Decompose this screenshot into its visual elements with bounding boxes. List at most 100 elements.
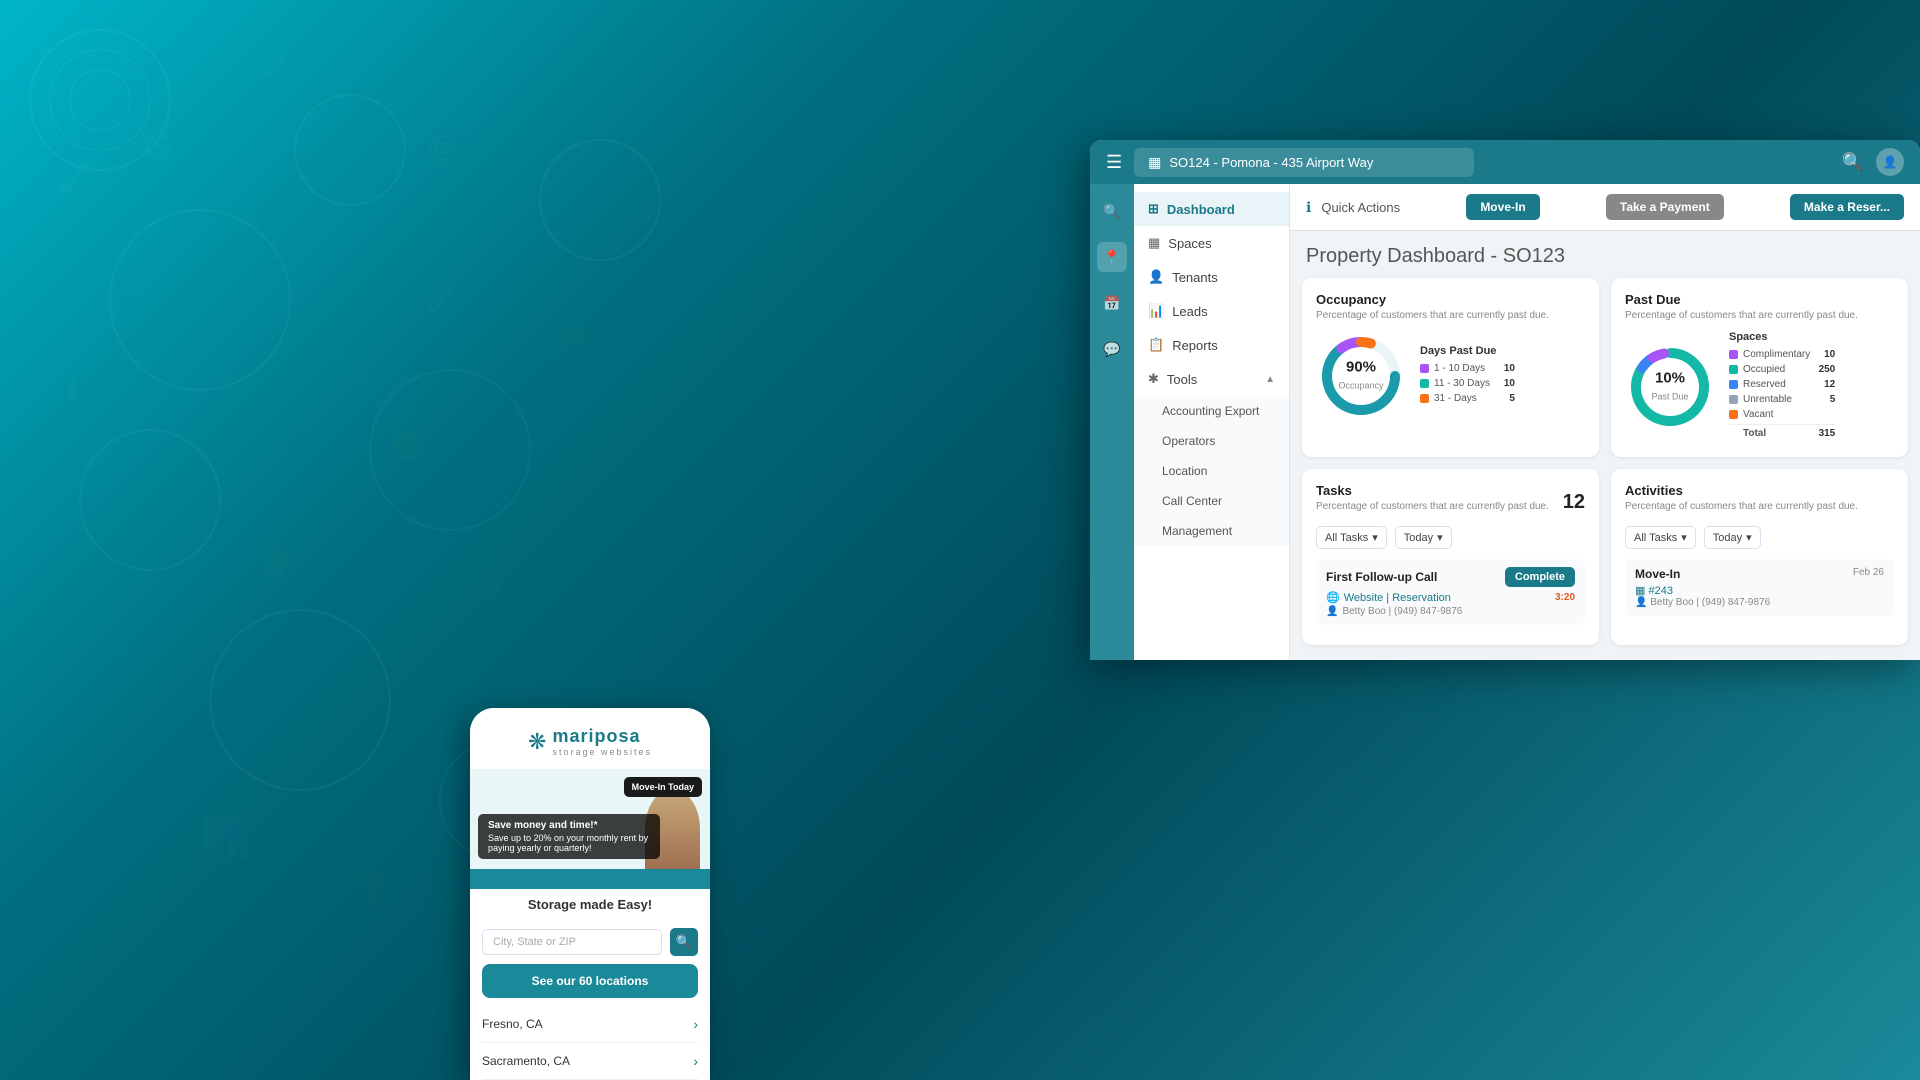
pd-legend-row-4: Vacant — [1729, 409, 1835, 420]
pd-dot-total — [1729, 429, 1738, 438]
pd-legend-total: Total 315 — [1729, 424, 1835, 439]
phone-promo-body: Save up to 20% on your monthly rent by p… — [488, 833, 650, 853]
legend-dot-0 — [1420, 364, 1429, 373]
tasks-all-filter[interactable]: All Tasks ▾ — [1316, 526, 1387, 549]
tasks-filters: All Tasks ▾ Today ▾ — [1316, 526, 1585, 549]
sidebar-item-spaces[interactable]: ▦ Spaces — [1134, 226, 1289, 260]
content-wrapper: ☰ ▦ SO124 - Pomona - 435 Airport Way 🔍 👤… — [0, 0, 1920, 1080]
sidebar-icon-location[interactable]: 📍 — [1097, 242, 1127, 272]
building-icon: ▦ — [1148, 154, 1161, 171]
phone-see-locations-btn[interactable]: See our 60 locations — [482, 964, 698, 998]
app-body: 🔍 📍 📅 💬 ⊞ Dashboard ▦ Spaces 👤 Tenants — [1090, 184, 1920, 660]
activity-person-name: Betty Boo | (949) 847-9876 — [1650, 597, 1770, 608]
pd-dot-0 — [1729, 350, 1738, 359]
activities-filters: All Tasks ▾ Today ▾ — [1625, 526, 1894, 549]
pd-dot-4 — [1729, 410, 1738, 419]
task-complete-button[interactable]: Complete — [1505, 567, 1575, 587]
pd-legend-row-2: Reserved 12 — [1729, 379, 1835, 390]
tasks-all-label: All Tasks — [1325, 532, 1368, 544]
submenu-accounting-export[interactable]: Accounting Export — [1134, 396, 1289, 426]
phone-search-button[interactable]: 🔍 — [670, 928, 698, 956]
spaces-icon: ▦ — [1148, 235, 1160, 251]
submenu-management[interactable]: Management — [1134, 516, 1289, 546]
submenu-operators[interactable]: Operators — [1134, 426, 1289, 456]
task-link-text: Website | Reservation — [1344, 592, 1451, 604]
sidebar-item-leads[interactable]: 📊 Leads — [1134, 294, 1289, 328]
activities-card-title: Activities — [1625, 483, 1858, 498]
task-time: 3:20 — [1555, 592, 1575, 603]
task-link-icon: 🌐 — [1326, 591, 1340, 604]
phone-location-0-city: Fresno, CA — [482, 1017, 543, 1031]
past-due-sublabel: Past Due — [1651, 392, 1688, 402]
phone-location-item-1[interactable]: Sacramento, CA › — [482, 1043, 698, 1080]
nav-label-tools: Tools — [1167, 372, 1197, 387]
qa-info-icon: ℹ — [1306, 199, 1311, 216]
phone-container: ❋ mariposa storage websites Save money a… — [470, 708, 710, 1080]
sidebar-icon-calendar[interactable]: 📅 — [1097, 288, 1127, 318]
past-due-card: Past Due Percentage of customers that ar… — [1611, 278, 1908, 457]
activity-person: 👤 Betty Boo | (949) 847-9876 — [1635, 597, 1884, 608]
topbar-avatar[interactable]: 👤 — [1876, 148, 1904, 176]
legend-val-2: 5 — [1495, 393, 1515, 404]
pd-dot-3 — [1729, 395, 1738, 404]
task-row-header: First Follow-up Call Complete — [1326, 567, 1575, 587]
past-due-percent: 10% — [1651, 370, 1688, 387]
tasks-card-title: Tasks — [1316, 483, 1549, 498]
phone-screen: ❋ mariposa storage websites Save money a… — [470, 708, 710, 1080]
activities-all-filter[interactable]: All Tasks ▾ — [1625, 526, 1696, 549]
phone-cta-bar — [470, 869, 710, 889]
mariposa-logo-text: mariposa — [552, 726, 652, 747]
reserve-button[interactable]: Make a Reser... — [1790, 194, 1904, 220]
phone-location-list: Fresno, CA › Sacramento, CA › — [470, 1006, 710, 1080]
phone-location-0-arrow: › — [693, 1016, 698, 1032]
topbar-search-icon[interactable]: 🔍 — [1842, 152, 1864, 173]
past-due-donut-area: 10% Past Due Spaces Complimentary 10 — [1625, 331, 1894, 443]
mariposa-logo-sub: storage websites — [552, 747, 652, 757]
desktop-window: ☰ ▦ SO124 - Pomona - 435 Airport Way 🔍 👤… — [1090, 140, 1920, 660]
pd-label-2: Reserved — [1743, 379, 1786, 390]
pd-legend-row-3: Unrentable 5 — [1729, 394, 1835, 405]
submenu-call-center[interactable]: Call Center — [1134, 486, 1289, 516]
topbar-location[interactable]: ▦ SO124 - Pomona - 435 Airport Way — [1134, 148, 1474, 177]
quick-actions-bar: ℹ Quick Actions Move-In Take a Payment M… — [1290, 184, 1920, 231]
tools-icon: ✱ — [1148, 371, 1159, 387]
avatar-icon: 👤 — [1883, 155, 1898, 169]
phone-promo-title: Save money and time!* — [488, 820, 650, 831]
tasks-today-filter[interactable]: Today ▾ — [1395, 526, 1452, 549]
sidebar-item-reports[interactable]: 📋 Reports — [1134, 328, 1289, 362]
activities-card: Activities Percentage of customers that … — [1611, 469, 1908, 645]
phone-search-input[interactable]: City, State or ZIP — [482, 929, 662, 955]
tasks-count: 12 — [1563, 491, 1585, 514]
activities-today-filter[interactable]: Today ▾ — [1704, 526, 1761, 549]
occupancy-donut: 90% Occupancy — [1316, 331, 1406, 421]
sidebar-item-dashboard[interactable]: ⊞ Dashboard — [1134, 192, 1289, 226]
mariposa-flower-icon: ❋ — [528, 729, 546, 755]
submenu-location[interactable]: Location — [1134, 456, 1289, 486]
phone-location-item-0[interactable]: Fresno, CA › — [482, 1006, 698, 1043]
tenants-icon: 👤 — [1148, 269, 1164, 285]
sidebar-item-tools[interactable]: ✱ Tools ▲ — [1134, 362, 1289, 396]
task-link[interactable]: 🌐 Website | Reservation — [1326, 591, 1451, 604]
sidebar-icon-search[interactable]: 🔍 — [1097, 196, 1127, 226]
pd-legend-row-1: Occupied 250 — [1729, 364, 1835, 375]
tools-submenu: Accounting Export Operators Location Cal… — [1134, 396, 1289, 546]
sidebar-item-tenants[interactable]: 👤 Tenants — [1134, 260, 1289, 294]
past-due-card-title: Past Due — [1625, 292, 1894, 307]
task-name: First Follow-up Call — [1326, 570, 1437, 584]
task-person-icon: 👤 — [1326, 606, 1338, 617]
tools-expand-icon: ▲ — [1265, 374, 1275, 385]
tasks-all-chevron: ▾ — [1372, 531, 1378, 544]
menu-icon[interactable]: ☰ — [1106, 152, 1122, 173]
pd-label-total: Total — [1743, 428, 1766, 439]
legend-val-0: 10 — [1495, 363, 1515, 374]
sidebar-icon-messages[interactable]: 💬 — [1097, 334, 1127, 364]
movein-button[interactable]: Move-In — [1466, 194, 1539, 220]
activity-unit-icon: ▦ — [1635, 585, 1645, 597]
phone-frame: ❋ mariposa storage websites Save money a… — [470, 708, 710, 1080]
phone-movein-cta[interactable]: Move-In Today — [624, 777, 702, 797]
task-person: 👤 Betty Boo | (949) 847-9876 — [1326, 606, 1575, 617]
phone-search-placeholder: City, State or ZIP — [493, 936, 576, 948]
payment-button[interactable]: Take a Payment — [1606, 194, 1724, 220]
task-row: First Follow-up Call Complete 🌐 Website … — [1316, 559, 1585, 625]
nav-label-dashboard: Dashboard — [1167, 202, 1235, 217]
